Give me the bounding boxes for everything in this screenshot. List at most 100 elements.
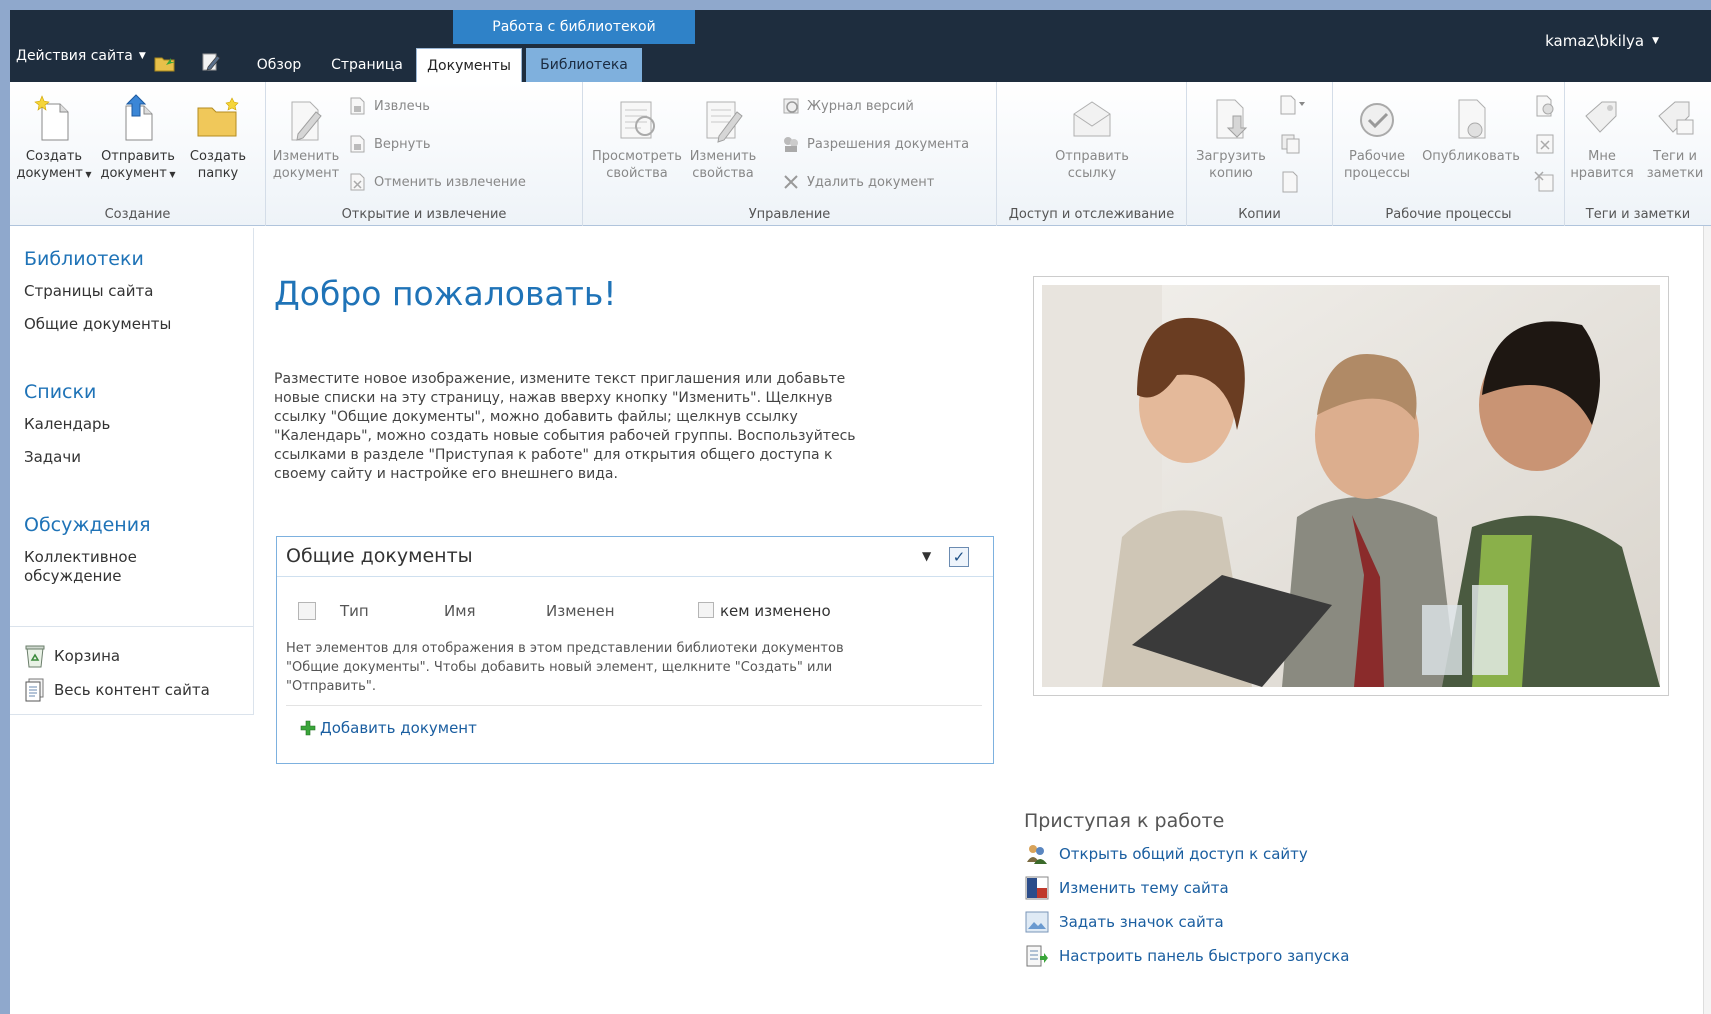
i-like-it-button[interactable]: Мне нравится [1567, 94, 1637, 182]
column-modified[interactable]: Изменен [546, 602, 615, 620]
modified-by-filter-checkbox[interactable] [698, 602, 714, 618]
edit-document-button[interactable]: Изменить документ [266, 94, 346, 182]
edit-document-label-2: документ [272, 166, 340, 181]
team-discussion-line-1: Коллективное [24, 548, 137, 566]
view-properties-button[interactable]: Просмотреть свойства [587, 94, 687, 182]
nav-head-libraries[interactable]: Библиотеки [24, 248, 144, 270]
nav-head-lists[interactable]: Списки [24, 381, 96, 403]
new-document-label-2: документ [16, 166, 83, 181]
tab-page[interactable]: Страница [323, 48, 411, 82]
business-people-photo [1042, 285, 1660, 687]
download-copy-button[interactable]: Загрузить копию [1191, 94, 1271, 182]
check-out-button[interactable]: Извлечь [348, 94, 430, 118]
group-open-checkout: Изменить документ Извлечь Вернуть Отмени… [266, 82, 583, 226]
webpart-title[interactable]: Общие документы [286, 545, 473, 567]
group-label-create: Создание [104, 207, 171, 222]
document-permissions-button[interactable]: Разрешения документа [781, 132, 969, 156]
change-theme-link[interactable]: Изменить тему сайта [1025, 876, 1229, 900]
like-tag-icon [1585, 101, 1617, 133]
change-theme-label: Изменить тему сайта [1059, 879, 1229, 897]
email-link-label-1: Отправить [1055, 149, 1129, 164]
tags-label-2: заметки [1646, 166, 1704, 181]
check-in-button[interactable]: Вернуть [348, 132, 431, 156]
team-discussion-line-2: обсуждение [24, 567, 122, 585]
share-site-link[interactable]: Открыть общий доступ к сайту [1025, 842, 1308, 866]
set-site-icon-link[interactable]: Задать значок сайта [1025, 910, 1224, 934]
upload-document-label-1: Отправить [101, 149, 175, 164]
envelope-icon [1073, 101, 1111, 137]
welcome-text-line: своему сайту и настройке его внешнего ви… [274, 466, 618, 482]
nav-item-recycle-bin[interactable]: Корзина [24, 644, 120, 668]
publish-button[interactable]: Опубликовать [1419, 94, 1523, 165]
user-menu[interactable]: kamaz\bkilya ▼ [1545, 32, 1659, 50]
welcome-text-line: "Календарь", можно создать новые события… [274, 428, 856, 444]
set-site-icon-label: Задать значок сайта [1059, 913, 1224, 931]
empty-message-line: "Общие документы". Чтобы добавить новый … [286, 660, 833, 675]
nav-item-tasks[interactable]: Задачи [24, 448, 81, 467]
edit-page-icon[interactable] [200, 52, 222, 72]
download-copy-label-2: копию [1209, 166, 1253, 181]
tab-library[interactable]: Библиотека [526, 48, 642, 82]
like-label-1: Мне [1588, 149, 1616, 164]
discard-checkout-button[interactable]: Отменить извлечение [348, 170, 526, 194]
column-type[interactable]: Тип [340, 602, 369, 620]
delete-document-button[interactable]: Удалить документ [781, 170, 934, 194]
user-name: kamaz\bkilya [1545, 32, 1645, 50]
share-people-icon [1027, 845, 1047, 864]
new-folder-label-1: Создать [189, 149, 247, 164]
manage-copies-icon[interactable] [1279, 132, 1303, 156]
nav-item-all-site-content[interactable]: Весь контент сайта [24, 678, 210, 702]
unpublish-icon[interactable] [1533, 94, 1557, 118]
new-document-button[interactable]: Создать документ ▼ [14, 94, 94, 183]
share-site-label: Открыть общий доступ к сайту [1059, 845, 1308, 863]
empty-view-message: Нет элементов для отображения в этом пре… [286, 639, 976, 696]
go-to-source-icon[interactable] [1279, 170, 1303, 194]
add-document-link[interactable]: Добавить документ [300, 719, 477, 737]
welcome-text: Разместите новое изображение, измените т… [274, 370, 994, 484]
group-workflows: Рабочие процессы Опубликовать Рабочие пр… [1333, 82, 1565, 226]
edit-properties-button[interactable]: Изменить свойства [683, 94, 763, 182]
approve-reject-icon[interactable] [1533, 132, 1557, 156]
workflows-button[interactable]: Рабочие процессы [1337, 94, 1417, 182]
select-all-checkbox[interactable] [298, 602, 316, 620]
tab-documents[interactable]: Документы [416, 48, 522, 82]
workflows-label-2: процессы [1343, 166, 1411, 181]
nav-item-calendar[interactable]: Календарь [24, 415, 110, 434]
shared-documents-webpart: Общие документы ▼ ✓ Тип Имя Изменен кем … [276, 536, 994, 764]
upload-document-button[interactable]: Отправить документ ▼ [98, 94, 178, 183]
download-copy-label-1: Загрузить [1196, 149, 1266, 164]
view-properties-label-2: свойства [606, 166, 668, 181]
cancel-approval-icon[interactable] [1533, 170, 1557, 194]
column-modified-by[interactable]: кем изменено [720, 602, 831, 620]
email-link-button[interactable]: Отправить ссылку [1037, 94, 1147, 182]
site-actions-menu[interactable]: Действия сайта ▼ [16, 48, 146, 64]
webpart-select-checkbox[interactable]: ✓ [949, 547, 969, 567]
welcome-text-line: Разместите новое изображение, измените т… [274, 371, 846, 387]
upload-document-icon [125, 94, 153, 141]
tags-notes-button[interactable]: Теги и заметки [1639, 94, 1711, 182]
webpart-menu-arrow-icon[interactable]: ▼ [922, 549, 931, 563]
nav-item-team-discussion[interactable]: Коллективное обсуждение [24, 548, 137, 586]
quick-launch-icon [1026, 945, 1048, 967]
group-manage: Просмотреть свойства Изменить свойства Ж… [583, 82, 997, 226]
send-to-icon[interactable] [1279, 94, 1307, 118]
publish-icon [1458, 99, 1486, 139]
new-document-label-1: Создать [25, 149, 83, 164]
check-in-icon [350, 135, 365, 153]
nav-item-shared-documents[interactable]: Общие документы [24, 315, 171, 334]
tags-label-1: Теги и [1653, 149, 1697, 164]
navigate-up-icon[interactable] [154, 52, 176, 72]
nav-item-site-pages[interactable]: Страницы сайта [24, 282, 153, 301]
tab-browse[interactable]: Обзор [245, 48, 313, 82]
customize-quick-launch-link[interactable]: Настроить панель быстрого запуска [1025, 944, 1349, 968]
edit-properties-label-2: свойства [692, 166, 754, 181]
version-history-button[interactable]: Журнал версий [781, 94, 914, 118]
new-folder-button[interactable]: Создать папку [182, 94, 254, 182]
column-name[interactable]: Имя [444, 602, 476, 620]
new-document-icon [34, 95, 69, 141]
nav-head-discussions[interactable]: Обсуждения [24, 514, 151, 536]
welcome-photo [1033, 276, 1669, 696]
workflow-icon [1360, 103, 1394, 137]
vertical-scrollbar[interactable] [1703, 226, 1711, 1014]
group-share-track: Отправить ссылку Доступ и отслеживание [997, 82, 1187, 226]
